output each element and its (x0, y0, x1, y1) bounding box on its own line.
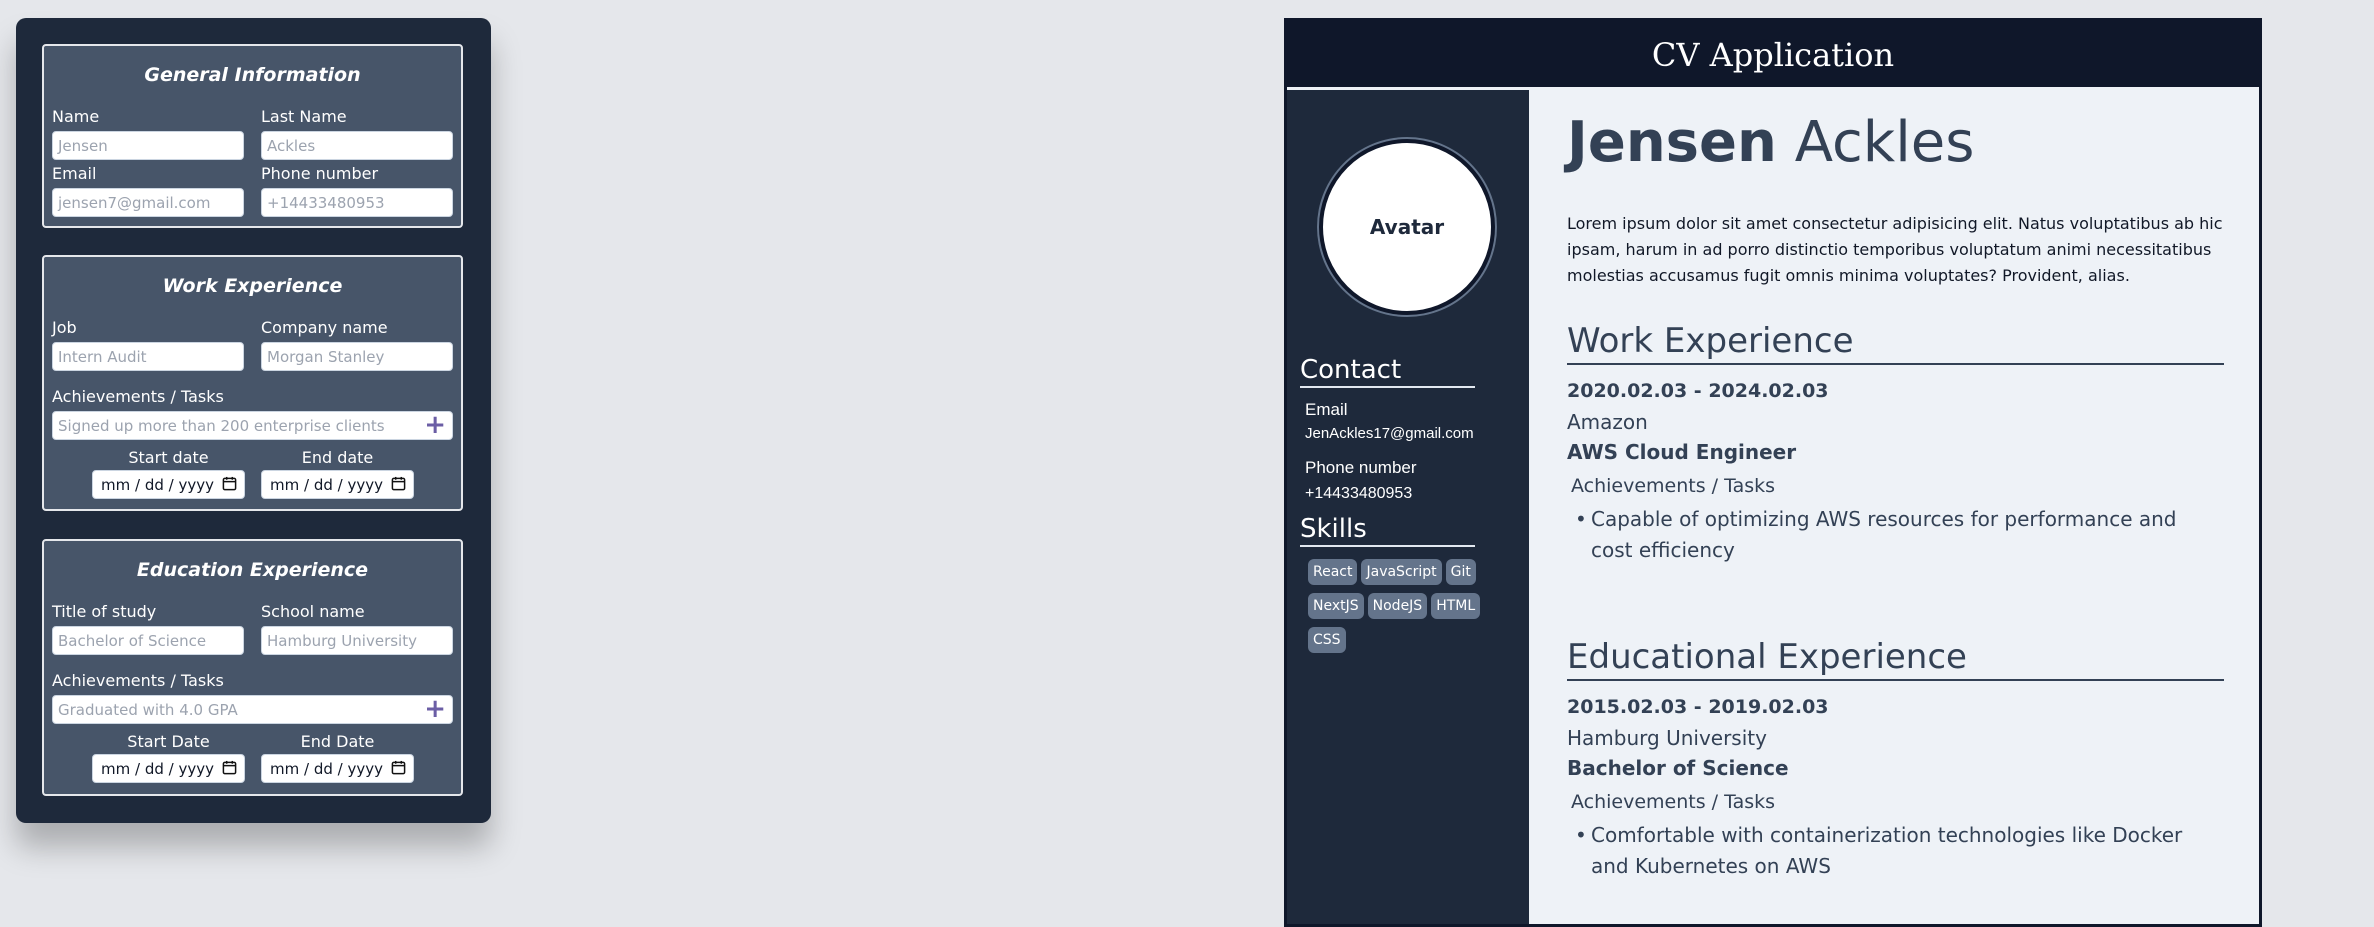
plus-icon[interactable]: + (424, 696, 446, 723)
name-label: Name (52, 107, 100, 126)
achievements-placeholder: Graduated with 4.0 GPA (58, 701, 238, 719)
contact-email-value: JenAckles17@gmail.com (1305, 425, 1474, 442)
list-item: • Comfortable with containerization techn… (1571, 820, 2221, 882)
work-role: AWS Cloud Engineer (1567, 440, 1797, 464)
achievements-input[interactable]: Signed up more than 200 enterprise clien… (52, 411, 453, 440)
achievements-label: Achievements / Tasks (52, 387, 224, 406)
end-date-input[interactable]: mm / dd / yyyy (261, 470, 414, 499)
skill-badge: React (1308, 559, 1358, 585)
calendar-icon[interactable] (391, 760, 406, 775)
skill-badge: CSS (1308, 627, 1346, 653)
start-date-label: Start Date (127, 732, 210, 751)
school-input[interactable]: Hamburg University (261, 626, 453, 655)
end-date-input[interactable]: mm / dd / yyyy (261, 754, 414, 783)
general-information-section: General Information Name Last Name Jense… (42, 44, 463, 228)
education-experience-section: Education Experience Title of study Scho… (42, 539, 463, 796)
education-achievements-label: Achievements / Tasks (1571, 791, 1776, 813)
cv-main: Jensen Ackles Lorem ipsum dolor sit amet… (1567, 90, 2229, 924)
contact-heading: Contact (1300, 355, 1475, 388)
cv-header-title: CV Application (1287, 21, 2259, 87)
work-dates: 2020.02.03 - 2024.02.03 (1567, 380, 1829, 402)
job-label: Job (52, 318, 77, 337)
plus-icon[interactable]: + (424, 412, 446, 439)
phone-input[interactable]: +14433480953 (261, 188, 453, 217)
education-achievement-text: Comfortable with containerization techno… (1591, 823, 2183, 878)
cv-full-name: Jensen Ackles (1567, 110, 1974, 175)
calendar-icon[interactable] (222, 760, 237, 775)
bullet: • (1575, 507, 1587, 531)
study-label: Title of study (52, 602, 157, 621)
education-degree: Bachelor of Science (1567, 756, 1789, 780)
calendar-icon[interactable] (222, 476, 237, 491)
start-date-label: Start date (128, 448, 209, 467)
cv-last-name: Ackles (1794, 110, 1975, 175)
study-input[interactable]: Bachelor of Science (52, 626, 244, 655)
work-experience-section: Work Experience Job Company name Intern … (42, 255, 463, 511)
contact-phone-label: Phone number (1305, 458, 1417, 477)
achievements-placeholder: Signed up more than 200 enterprise clien… (58, 417, 385, 435)
end-date-value: mm / dd / yyyy (270, 476, 383, 494)
cv-preview: CV Application Avatar Contact Email JenA… (1284, 18, 2262, 927)
cv-about-text: Lorem ipsum dolor sit amet consectetur a… (1567, 214, 2223, 285)
education-heading: Educational Experience (1567, 635, 2224, 681)
name-input[interactable]: Jensen (52, 131, 244, 160)
end-date-label: End Date (300, 732, 375, 751)
contact-phone-value: +14433480953 (1305, 485, 1413, 502)
education-dates: 2015.02.03 - 2019.02.03 (1567, 696, 1829, 718)
contact-email-label: Email (1305, 400, 1348, 419)
skills-heading: Skills (1300, 514, 1475, 547)
skill-badge: JavaScript (1361, 559, 1442, 585)
skill-badge: HTML (1431, 593, 1481, 619)
email-input[interactable]: jensen7@gmail.com (52, 188, 244, 217)
skills-list: React JavaScript Git NextJS NodeJS HTML CSS (1308, 559, 1508, 661)
school-label: School name (261, 602, 365, 621)
list-item: • Capable of optimizing AWS resources for… (1571, 504, 2221, 566)
achievements-input[interactable]: Graduated with 4.0 GPA + (52, 695, 453, 724)
avatar: Avatar (1319, 139, 1495, 315)
section-title: Work Experience (162, 275, 343, 297)
company-label: Company name (261, 318, 388, 337)
cv-sidebar: Avatar Contact Email JenAckles17@gmail.c… (1287, 90, 1529, 924)
education-school: Hamburg University (1567, 726, 1767, 750)
work-company: Amazon (1567, 410, 1648, 434)
section-title: General Information (144, 64, 361, 86)
last-name-input[interactable]: Ackles (261, 131, 453, 160)
work-experience-heading: Work Experience (1567, 319, 2224, 365)
start-date-input[interactable]: mm / dd / yyyy (92, 470, 245, 499)
start-date-value: mm / dd / yyyy (101, 476, 214, 494)
end-date-value: mm / dd / yyyy (270, 760, 383, 778)
email-label: Email (52, 164, 97, 183)
end-date-label: End date (301, 448, 374, 467)
skill-badge: NextJS (1308, 593, 1364, 619)
section-title: Education Experience (136, 559, 369, 581)
company-input[interactable]: Morgan Stanley (261, 342, 453, 371)
job-input[interactable]: Intern Audit (52, 342, 244, 371)
start-date-input[interactable]: mm / dd / yyyy (92, 754, 245, 783)
bullet: • (1575, 823, 1587, 847)
achievements-label: Achievements / Tasks (52, 671, 224, 690)
last-name-label: Last Name (261, 107, 347, 126)
form-panel: General Information Name Last Name Jense… (16, 18, 491, 823)
phone-label: Phone number (261, 164, 379, 183)
start-date-value: mm / dd / yyyy (101, 760, 214, 778)
cv-first-name: Jensen (1567, 110, 1777, 175)
skill-badge: NodeJS (1367, 593, 1428, 619)
skill-badge: Git (1445, 559, 1476, 585)
work-achievement-text: Capable of optimizing AWS resources for … (1591, 507, 2177, 562)
work-achievements-label: Achievements / Tasks (1571, 475, 1776, 497)
calendar-icon[interactable] (391, 476, 406, 491)
